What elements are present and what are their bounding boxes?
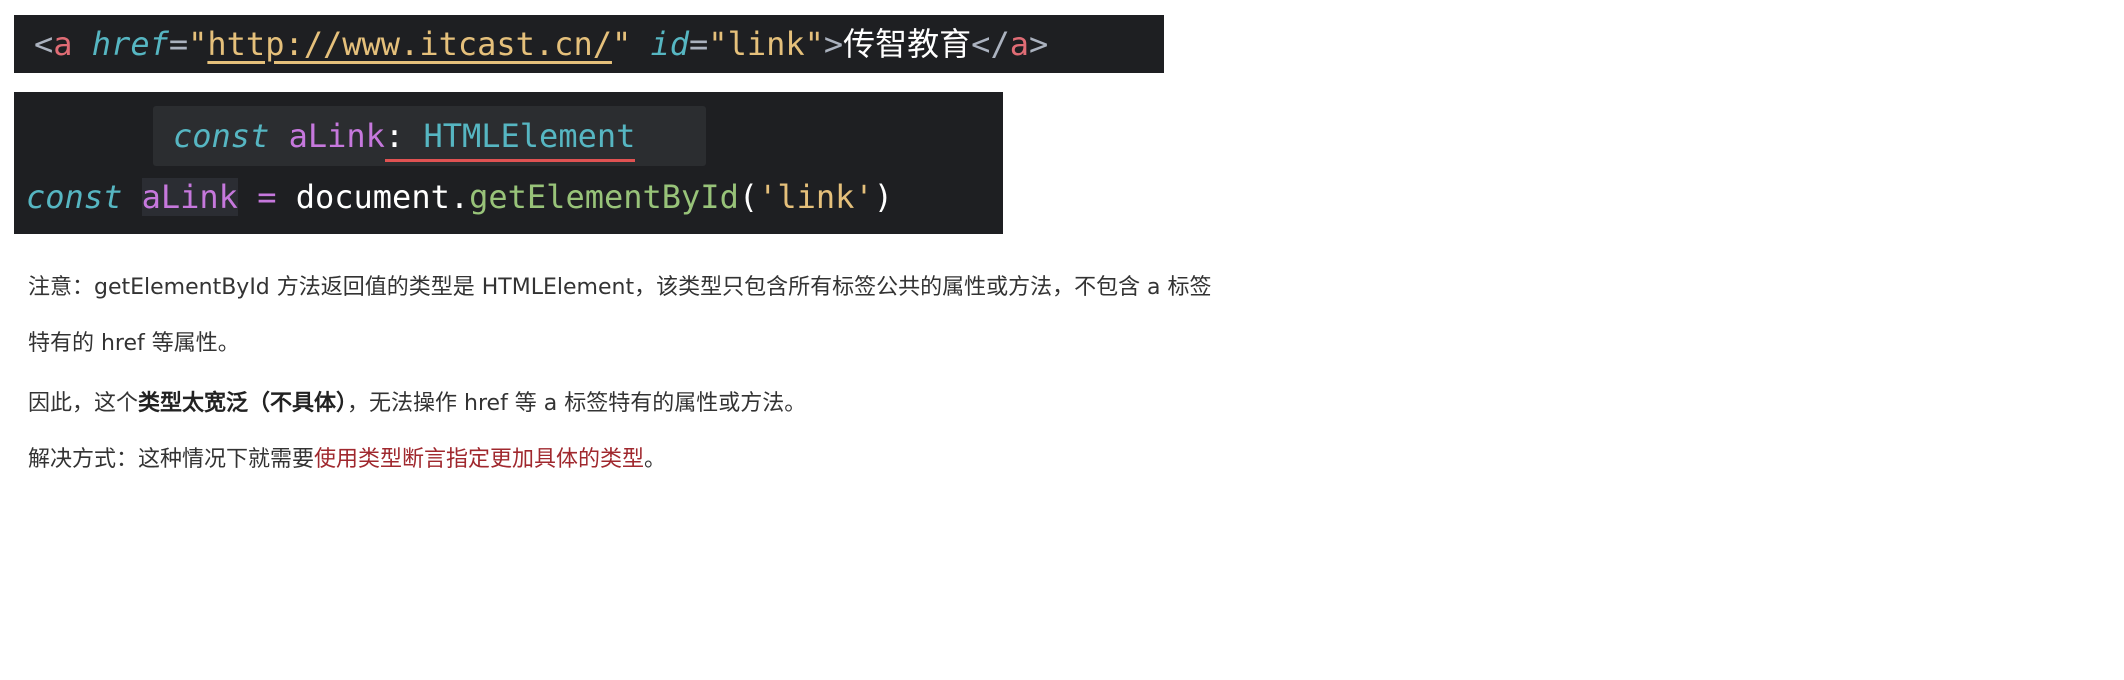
ts-code-line: const aLink = document.getElementById('l… [26,177,893,217]
hover-variable-name: aLink [288,117,385,155]
solution-text-end: 。 [644,447,667,472]
string-argument: 'link' [758,178,874,216]
id-attribute: id [650,25,690,63]
link-text: 传智教育 [843,25,972,63]
reason-text-start: 因此，这个 [28,391,139,416]
end-tag-close: > [1028,25,1049,63]
href-quote-close: " [611,25,632,63]
note-paragraph-line2: 特有的 href 等属性。 [28,331,240,356]
tag-close-bracket: > [823,25,844,63]
method-name: getElementById [469,178,739,216]
href-url-link[interactable]: http://www.itcast.cn/ [207,25,612,63]
hover-type-underline: : HTMLElement [384,117,636,162]
id-value: "link" [708,25,824,63]
tag-name: a [53,25,73,63]
reason-text-end: ，无法操作 href 等 a 标签特有的属性或方法。 [347,391,807,416]
tag-open-bracket: < [34,25,54,63]
variable-name[interactable]: aLink [141,178,238,216]
paren-close: ) [873,178,893,216]
end-tag-name: a [1009,25,1029,63]
ts-code-block: const aLink: HTMLElement const aLink = d… [14,92,1003,234]
html-code-line: <a href="http://www.itcast.cn/" id="link… [34,24,1048,64]
hover-type-name: HTMLElement [423,117,636,155]
end-tag-open: </ [971,25,1010,63]
reason-paragraph: 因此，这个类型太宽泛（不具体），无法操作 href 等 a 标签特有的属性或方法… [28,376,806,432]
solution-paragraph: 解决方式：这种情况下就需要使用类型断言指定更加具体的类型。 [28,432,666,488]
assign-operator: = [257,178,277,216]
const-keyword: const [26,178,123,216]
hover-type-line: const aLink: HTMLElement [173,116,636,162]
href-equals: = [168,25,189,63]
solution-highlight-text: 使用类型断言指定更加具体的类型 [314,447,645,472]
member-dot: . [449,178,470,216]
id-equals: = [689,25,709,63]
html-code-block: <a href="http://www.itcast.cn/" id="link… [14,15,1164,73]
type-hover-tooltip: const aLink: HTMLElement [153,106,706,166]
document-object: document [295,178,450,216]
href-attribute: href [91,25,169,63]
note-paragraph-line1: 注意：getElementById 方法返回值的类型是 HTMLElement，… [28,275,1212,300]
hover-colon: : [384,117,405,155]
solution-text-start: 解决方式：这种情况下就需要 [28,447,315,472]
href-quote-open: " [188,25,208,63]
hover-const-keyword: const [173,117,270,155]
reason-bold-text: 类型太宽泛（不具体） [138,391,348,416]
paren-open: ( [738,178,759,216]
